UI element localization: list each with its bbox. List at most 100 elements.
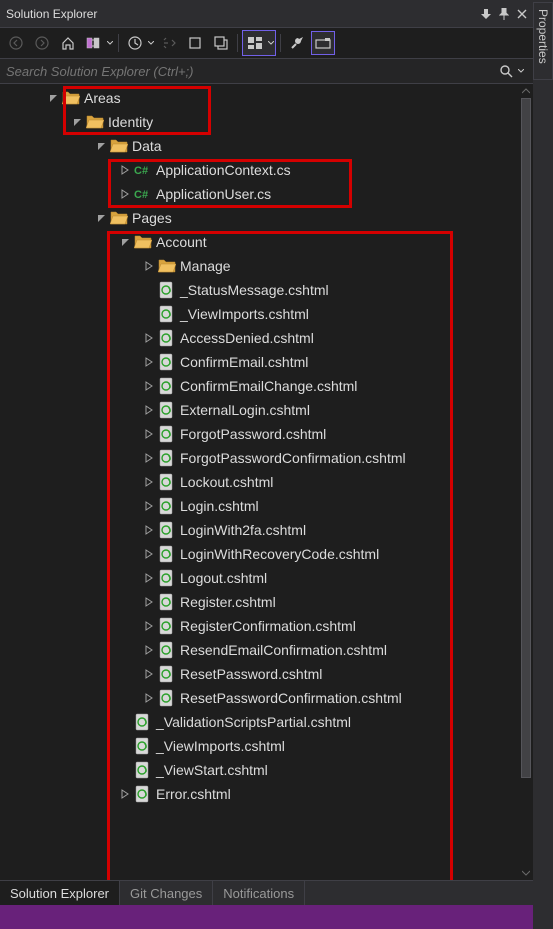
expander-closed-icon[interactable] [142, 618, 158, 634]
window-position-icon[interactable] [481, 9, 491, 19]
forward-button[interactable] [30, 31, 54, 55]
expander-closed-icon[interactable] [142, 426, 158, 442]
expander-closed-icon[interactable] [142, 330, 158, 346]
tree-item-file[interactable]: ApplicationUser.cs [0, 182, 519, 206]
tree-item-identity[interactable]: Identity [0, 110, 519, 134]
tree-item-file[interactable]: LoginWith2fa.cshtml [0, 518, 519, 542]
expander-closed-icon[interactable] [142, 354, 158, 370]
expander-closed-icon[interactable] [142, 498, 158, 514]
scrollbar-thumb[interactable] [521, 98, 531, 778]
sync-button[interactable] [157, 31, 181, 55]
chevron-down-icon[interactable] [515, 69, 527, 73]
tree-item-data[interactable]: Data [0, 134, 519, 158]
tree-item-file[interactable]: Login.cshtml [0, 494, 519, 518]
tree-item-file[interactable]: LoginWithRecoveryCode.cshtml [0, 542, 519, 566]
expander-closed-icon[interactable] [142, 402, 158, 418]
expander-closed-icon[interactable] [118, 186, 134, 202]
expander-closed-icon[interactable] [142, 570, 158, 586]
expander-closed-icon[interactable] [142, 450, 158, 466]
switch-views-button[interactable] [82, 31, 106, 55]
cshtml-file-icon [158, 425, 176, 443]
tree-item-label: Pages [132, 210, 172, 226]
expander-open-icon[interactable] [46, 90, 62, 106]
tree-item-label: AccessDenied.cshtml [180, 330, 314, 346]
cshtml-file-icon [158, 473, 176, 491]
tree-item-file[interactable]: _ValidationScriptsPartial.cshtml [0, 710, 519, 734]
tree-item-file[interactable]: Logout.cshtml [0, 566, 519, 590]
preview-selected-button[interactable] [242, 30, 276, 56]
tree-item-file[interactable]: RegisterConfirmation.cshtml [0, 614, 519, 638]
tree-item-file[interactable]: ForgotPassword.cshtml [0, 422, 519, 446]
tree-item-file[interactable]: _StatusMessage.cshtml [0, 278, 519, 302]
panel-title: Solution Explorer [6, 7, 481, 21]
tab-solution-explorer[interactable]: Solution Explorer [0, 881, 120, 905]
tree-item-file[interactable]: _ViewImports.cshtml [0, 302, 519, 326]
tree-item-account[interactable]: Account [0, 230, 519, 254]
tree-item-file[interactable]: _ViewImports.cshtml [0, 734, 519, 758]
tree-item-file[interactable]: ResendEmailConfirmation.cshtml [0, 638, 519, 662]
scroll-down-icon[interactable] [519, 866, 533, 880]
expander-closed-icon[interactable] [142, 546, 158, 562]
tree-item-areas[interactable]: Areas [0, 86, 519, 110]
side-tab-properties[interactable]: Properties [533, 2, 553, 80]
cshtml-file-icon [158, 569, 176, 587]
scroll-up-icon[interactable] [519, 84, 533, 98]
chevron-down-icon[interactable] [147, 31, 155, 55]
expander-closed-icon[interactable] [142, 474, 158, 490]
close-icon[interactable] [517, 9, 527, 19]
pending-changes-button[interactable] [123, 31, 147, 55]
search-input[interactable] [6, 64, 497, 79]
cshtml-file-icon [134, 785, 152, 803]
tab-label: Solution Explorer [10, 886, 109, 901]
tree-item-manage[interactable]: Manage [0, 254, 519, 278]
tab-git-changes[interactable]: Git Changes [120, 881, 213, 905]
home-button[interactable] [56, 31, 80, 55]
search-icon[interactable] [497, 64, 515, 78]
expander-closed-icon[interactable] [118, 162, 134, 178]
preview-button[interactable] [311, 31, 335, 55]
expander-open-icon[interactable] [118, 234, 134, 250]
chevron-down-icon[interactable] [106, 31, 114, 55]
expander-closed-icon[interactable] [118, 786, 134, 802]
tree-item-file[interactable]: ExternalLogin.cshtml [0, 398, 519, 422]
tree-item-file[interactable]: Register.cshtml [0, 590, 519, 614]
tree-item-file[interactable]: ResetPassword.cshtml [0, 662, 519, 686]
solution-tree[interactable]: Areas Identity Data ApplicationContext.c… [0, 84, 519, 880]
tree-item-label: ConfirmEmailChange.cshtml [180, 378, 357, 394]
tree-item-label: Error.cshtml [156, 786, 231, 802]
properties-button[interactable] [285, 31, 309, 55]
expander-open-icon[interactable] [94, 210, 110, 226]
chevron-down-icon[interactable] [267, 31, 275, 55]
collapse-all-button[interactable] [209, 31, 233, 55]
tree-item-file[interactable]: ForgotPasswordConfirmation.cshtml [0, 446, 519, 470]
tree-item-label: Areas [84, 90, 121, 106]
status-bar [0, 905, 533, 929]
tree-item-file[interactable]: ConfirmEmailChange.cshtml [0, 374, 519, 398]
cshtml-file-icon [158, 305, 176, 323]
back-button[interactable] [4, 31, 28, 55]
cshtml-file-icon [158, 593, 176, 611]
tree-item-file[interactable]: ConfirmEmail.cshtml [0, 350, 519, 374]
expander-closed-icon[interactable] [142, 378, 158, 394]
tree-item-file[interactable]: AccessDenied.cshtml [0, 326, 519, 350]
tree-item-file[interactable]: Error.cshtml [0, 782, 519, 806]
expander-closed-icon[interactable] [142, 594, 158, 610]
tree-item-file[interactable]: _ViewStart.cshtml [0, 758, 519, 782]
tree-item-label: Identity [108, 114, 153, 130]
expander-closed-icon[interactable] [142, 522, 158, 538]
tree-item-pages[interactable]: Pages [0, 206, 519, 230]
tab-notifications[interactable]: Notifications [213, 881, 305, 905]
tree-item-file[interactable]: Lockout.cshtml [0, 470, 519, 494]
expander-open-icon[interactable] [94, 138, 110, 154]
show-all-files-button[interactable] [183, 31, 207, 55]
vertical-scrollbar[interactable] [519, 84, 533, 880]
expander-closed-icon[interactable] [142, 642, 158, 658]
expander-open-icon[interactable] [70, 114, 86, 130]
expander-closed-icon[interactable] [142, 690, 158, 706]
expander-closed-icon[interactable] [142, 258, 158, 274]
tree-item-file[interactable]: ApplicationContext.cs [0, 158, 519, 182]
tree-item-file[interactable]: ResetPasswordConfirmation.cshtml [0, 686, 519, 710]
expander-closed-icon[interactable] [142, 666, 158, 682]
pin-icon[interactable] [499, 8, 509, 20]
toolbar-separator [237, 34, 238, 52]
